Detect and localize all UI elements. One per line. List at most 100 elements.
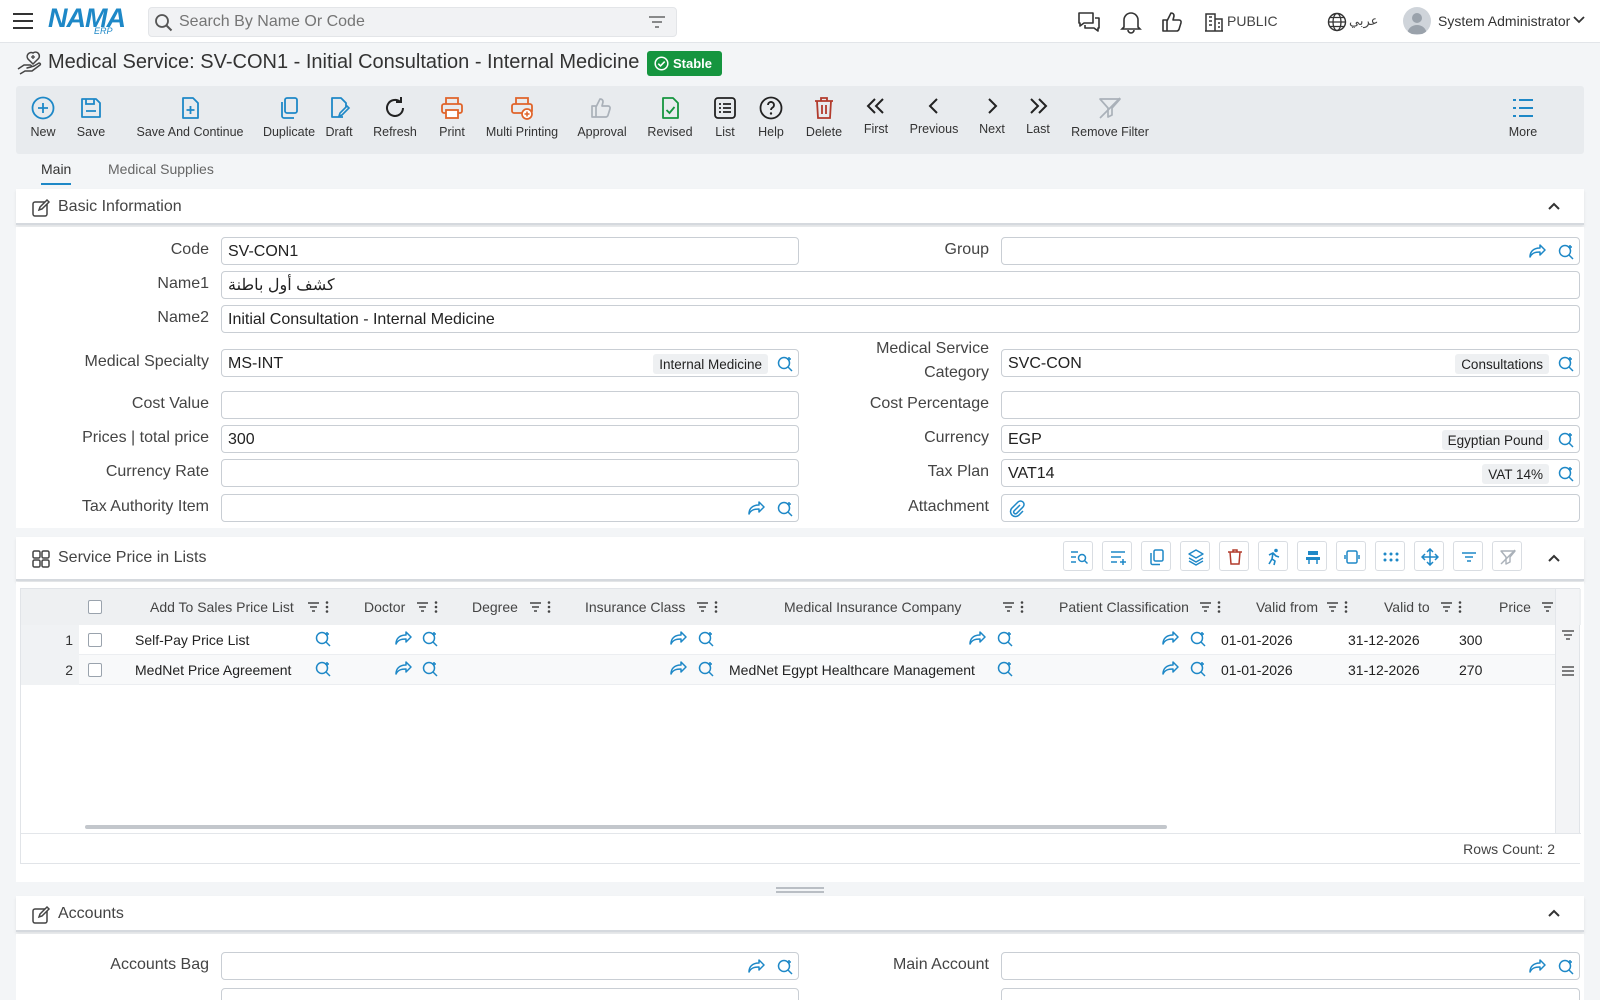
chevron-up-icon[interactable] <box>1547 201 1561 211</box>
sales-price-list-cell[interactable]: MedNet Price Agreement <box>135 662 291 678</box>
more-button[interactable]: More <box>1504 86 1542 154</box>
open-link-icon[interactable] <box>748 500 766 516</box>
hamburger-menu-icon[interactable] <box>12 11 34 31</box>
service-category-field[interactable]: SVC-CON Consultations <box>1001 349 1580 377</box>
grid-move-button[interactable] <box>1414 541 1444 571</box>
notification-bell-icon[interactable] <box>1120 10 1142 34</box>
horizontal-scrollbar[interactable] <box>85 825 1167 829</box>
accounts-next-field[interactable] <box>1001 988 1580 1000</box>
attachment-field[interactable] <box>1001 494 1580 522</box>
row-checkbox[interactable] <box>88 633 102 647</box>
column-filter-icon[interactable] <box>1326 600 1350 614</box>
grid-filter-button[interactable] <box>1453 541 1483 571</box>
currency-field[interactable]: EGP Egyptian Pound <box>1001 425 1580 453</box>
save-button[interactable]: Save <box>74 86 108 154</box>
column-header[interactable]: Insurance Class <box>585 599 685 615</box>
column-filter-icon[interactable] <box>1440 600 1464 614</box>
refresh-button[interactable]: Refresh <box>368 86 422 154</box>
tab-main[interactable]: Main <box>41 161 72 185</box>
column-filter-icon[interactable] <box>1199 600 1223 614</box>
column-header[interactable]: Add To Sales Price List <box>150 599 294 615</box>
medical-specialty-field[interactable]: MS-INT Internal Medicine <box>221 349 799 377</box>
paperclip-icon[interactable] <box>1008 500 1026 518</box>
duplicate-button[interactable]: Duplicate <box>254 86 324 154</box>
column-filter-icon[interactable] <box>529 600 553 614</box>
search-lookup-icon[interactable] <box>421 660 439 678</box>
search-lookup-icon[interactable] <box>314 660 332 678</box>
open-link-icon[interactable] <box>748 958 766 974</box>
last-button[interactable]: Last <box>1020 86 1056 154</box>
column-header[interactable]: Medical Insurance Company <box>784 599 961 615</box>
grid-search-button[interactable] <box>1063 541 1093 571</box>
open-link-icon[interactable] <box>1162 660 1180 676</box>
tab-medical-supplies[interactable]: Medical Supplies <box>108 161 214 183</box>
column-filter-icon[interactable] <box>1002 600 1026 614</box>
first-button[interactable]: First <box>858 86 894 154</box>
accounts-header[interactable]: Accounts <box>16 896 1584 932</box>
next-button[interactable]: Next <box>974 86 1010 154</box>
group-field[interactable] <box>1001 237 1580 265</box>
chevron-up-icon[interactable] <box>1547 553 1561 563</box>
price-cell[interactable]: 300 <box>1459 632 1482 648</box>
delete-button[interactable]: Delete <box>800 86 848 154</box>
user-avatar[interactable] <box>1403 7 1431 35</box>
filter-icon[interactable] <box>1561 629 1575 641</box>
search-lookup-icon[interactable] <box>996 630 1014 648</box>
table-row[interactable]: 1 Self-Pay Price List 01-01-2026 31-12-2… <box>21 625 1556 655</box>
chat-icon[interactable] <box>1076 10 1102 34</box>
accounts-next-field[interactable] <box>221 988 799 1000</box>
chevron-up-icon[interactable] <box>1547 908 1561 918</box>
price-cell[interactable]: 270 <box>1459 662 1482 678</box>
grid-copy-button[interactable] <box>1141 541 1171 571</box>
grid-delete-button[interactable] <box>1219 541 1249 571</box>
column-header[interactable]: Doctor <box>364 599 405 615</box>
open-link-icon[interactable] <box>1162 630 1180 646</box>
search-lookup-icon[interactable] <box>1557 958 1575 976</box>
search-lookup-icon[interactable] <box>1189 630 1207 648</box>
search-lookup-icon[interactable] <box>697 660 715 678</box>
column-header[interactable]: Valid from <box>1256 599 1318 615</box>
sales-price-list-cell[interactable]: Self-Pay Price List <box>135 632 249 648</box>
thumbs-up-icon[interactable] <box>1160 10 1184 34</box>
basic-information-header[interactable]: Basic Information <box>16 189 1584 225</box>
cost-percentage-field[interactable] <box>1001 391 1580 419</box>
valid-to-cell[interactable]: 31-12-2026 <box>1348 632 1420 648</box>
price-field[interactable]: 300 <box>221 425 799 453</box>
search-input[interactable] <box>179 12 619 32</box>
valid-to-cell[interactable]: 31-12-2026 <box>1348 662 1420 678</box>
table-row[interactable]: 2 MedNet Price Agreement MedNet Egypt He… <box>21 655 1556 685</box>
open-link-icon[interactable] <box>670 630 688 646</box>
select-all-checkbox[interactable] <box>88 600 102 614</box>
save-and-continue-button[interactable]: Save And Continue <box>130 86 250 154</box>
valid-from-cell[interactable]: 01-01-2026 <box>1221 632 1293 648</box>
previous-button[interactable]: Previous <box>906 86 962 154</box>
new-button[interactable]: New <box>26 86 60 154</box>
help-button[interactable]: Help <box>754 86 788 154</box>
column-header[interactable]: Price <box>1499 599 1531 615</box>
search-lookup-icon[interactable] <box>1557 431 1575 449</box>
open-link-icon[interactable] <box>1529 243 1547 259</box>
search-lookup-icon[interactable] <box>776 958 794 976</box>
row-checkbox[interactable] <box>88 663 102 677</box>
app-logo[interactable]: NAMA <box>48 4 126 32</box>
code-field[interactable]: SV-CON1 <box>221 237 799 265</box>
revised-button[interactable]: Revised <box>644 86 696 154</box>
search-lookup-icon[interactable] <box>697 630 715 648</box>
open-link-icon[interactable] <box>395 630 413 646</box>
search-lookup-icon[interactable] <box>776 500 794 518</box>
search-lookup-icon[interactable] <box>314 630 332 648</box>
search-lookup-icon[interactable] <box>1189 660 1207 678</box>
search-lookup-icon[interactable] <box>421 630 439 648</box>
insurance-company-cell[interactable]: MedNet Egypt Healthcare Management <box>729 662 975 678</box>
currency-rate-field[interactable] <box>221 459 799 487</box>
resize-handle[interactable] <box>776 887 824 893</box>
list-button[interactable]: List <box>708 86 742 154</box>
open-link-icon[interactable] <box>670 660 688 676</box>
main-account-field[interactable] <box>1001 952 1580 980</box>
column-filter-icon[interactable] <box>1541 600 1555 614</box>
search-lookup-icon[interactable] <box>776 355 794 373</box>
search-lookup-icon[interactable] <box>1557 355 1575 373</box>
search-lookup-icon[interactable] <box>996 660 1014 678</box>
search-lookup-icon[interactable] <box>1557 465 1575 483</box>
valid-from-cell[interactable]: 01-01-2026 <box>1221 662 1293 678</box>
